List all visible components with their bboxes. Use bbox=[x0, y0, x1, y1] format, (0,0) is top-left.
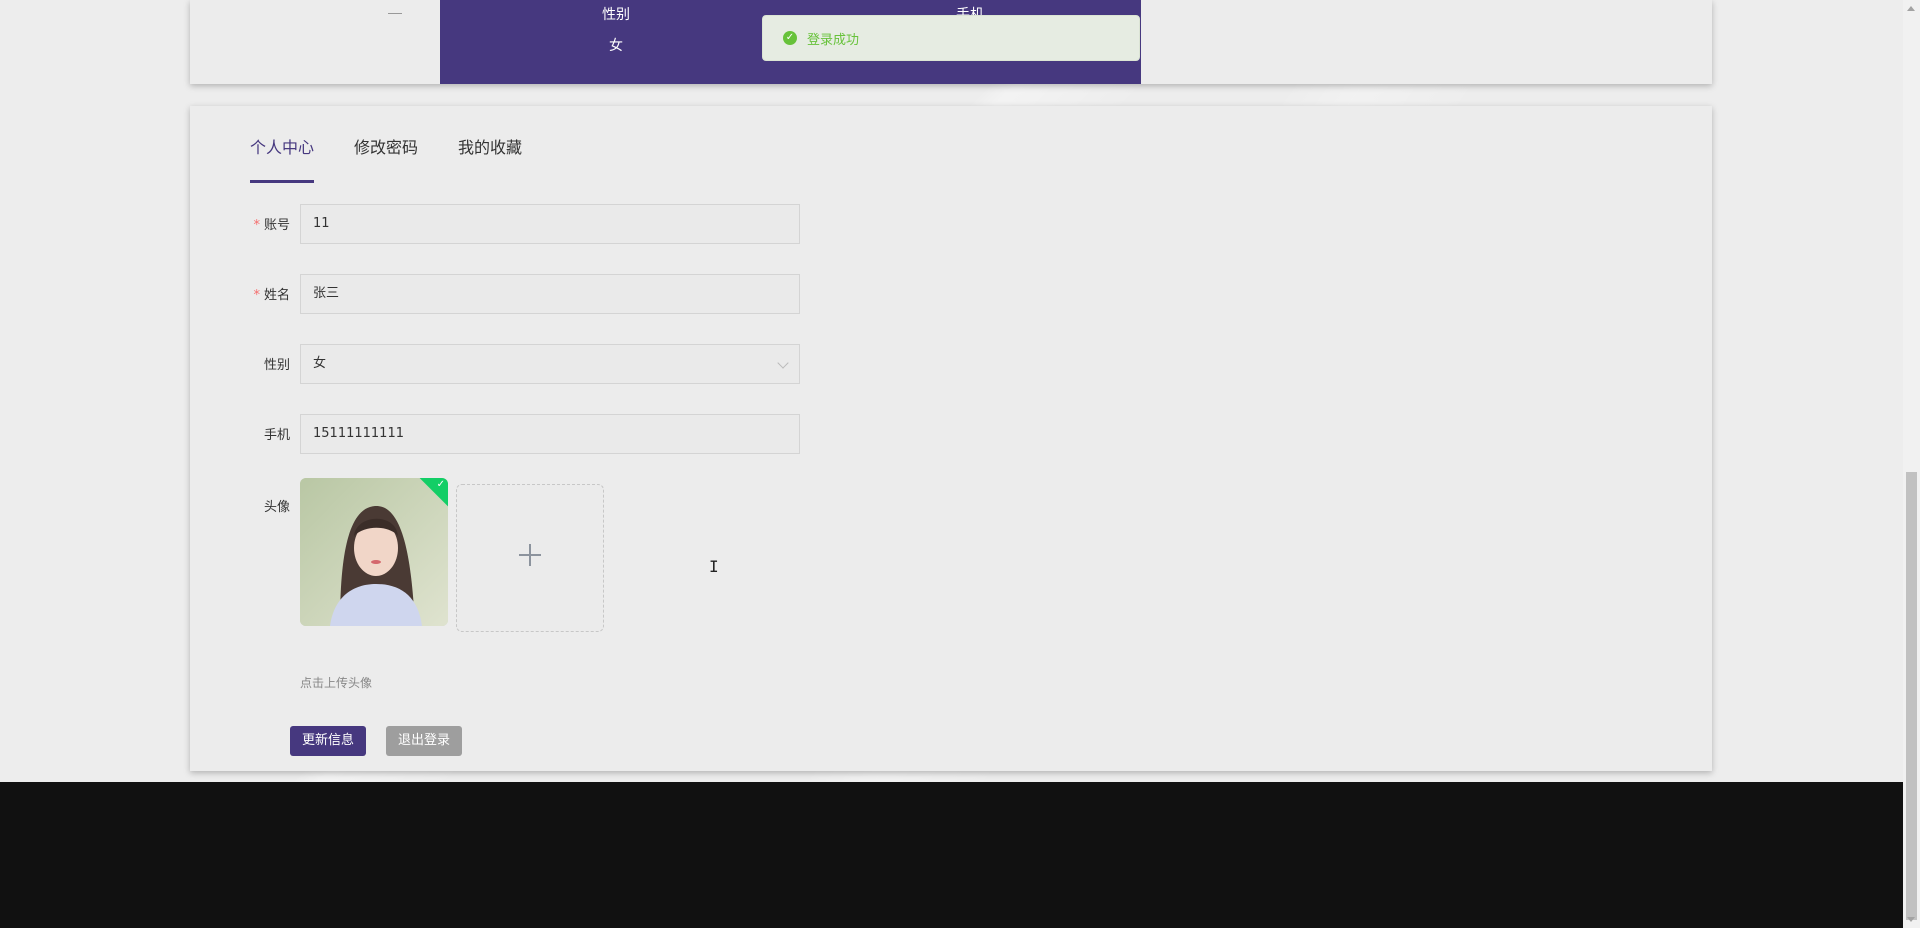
table-cell-gender: 女 bbox=[609, 38, 623, 54]
account-label: * 账号 bbox=[253, 218, 290, 233]
name-label: * 姓名 bbox=[253, 288, 290, 303]
gender-label: 性别 bbox=[263, 358, 290, 373]
login-success-toast: ✓ 登录成功 bbox=[762, 15, 1140, 61]
scrollbar-thumb[interactable] bbox=[1906, 472, 1917, 920]
phone-label: 手机 bbox=[263, 428, 290, 443]
avatar-image[interactable]: ✓ bbox=[300, 478, 448, 626]
table-header-gender: 性别 bbox=[602, 7, 630, 23]
active-tab-indicator bbox=[250, 180, 314, 183]
profile-card: 个人中心 修改密码 我的收藏 * 账号 11 * 姓名 张三 性别 女 手机 151… bbox=[190, 106, 1712, 771]
gender-value: 女 bbox=[313, 356, 327, 371]
logout-button[interactable]: 退出登录 bbox=[386, 726, 462, 756]
upload-hint: 点击上传头像 bbox=[300, 676, 373, 690]
gender-select[interactable]: 女 bbox=[300, 344, 800, 384]
avatar-photo bbox=[300, 478, 448, 626]
tab-change-password[interactable]: 修改密码 bbox=[354, 134, 418, 158]
phone-input[interactable]: 15111111111 bbox=[300, 414, 800, 454]
toast-message: 登录成功 bbox=[807, 32, 860, 48]
tab-personal-center[interactable]: 个人中心 bbox=[250, 134, 314, 158]
tab-my-favorites[interactable]: 我的收藏 bbox=[458, 134, 522, 158]
avatar-upload-button[interactable] bbox=[456, 484, 604, 632]
vertical-scrollbar[interactable] bbox=[1903, 0, 1920, 928]
account-input[interactable]: 11 bbox=[300, 204, 800, 244]
check-circle-icon: ✓ bbox=[783, 31, 797, 45]
name-input[interactable]: 张三 bbox=[300, 274, 800, 314]
avatar-label: 头像 bbox=[263, 500, 290, 515]
chevron-down-icon bbox=[777, 357, 789, 369]
required-marker: * bbox=[253, 218, 260, 233]
text-cursor-icon: I bbox=[709, 557, 719, 576]
scroll-down-icon[interactable] bbox=[1907, 917, 1915, 922]
check-icon: ✓ bbox=[436, 479, 445, 490]
page-footer bbox=[0, 782, 1903, 928]
divider bbox=[388, 13, 402, 14]
required-marker: * bbox=[253, 288, 260, 303]
scroll-up-icon[interactable] bbox=[1907, 6, 1915, 11]
update-info-button[interactable]: 更新信息 bbox=[290, 726, 366, 756]
